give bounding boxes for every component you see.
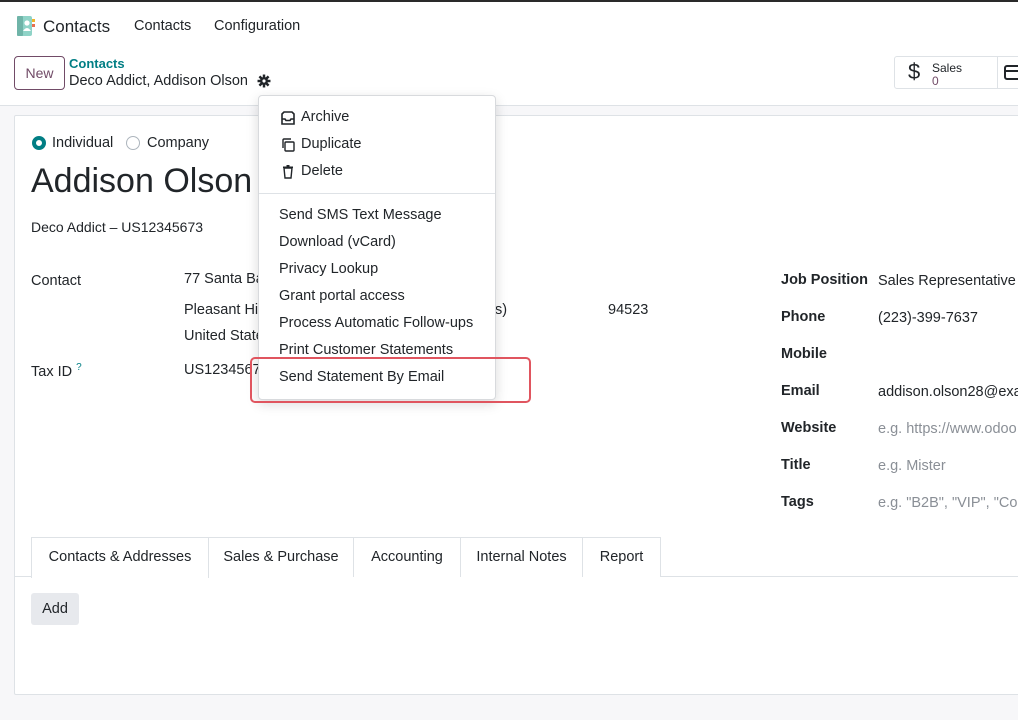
notebook-tabs: Contacts & Addresses Sales & Purchase Ac… (15, 537, 1018, 578)
contacts-app-icon[interactable] (15, 15, 37, 37)
sales-count: 0 (932, 74, 939, 88)
menu-divider (259, 193, 495, 194)
gear-icon[interactable] (257, 74, 271, 88)
app-name[interactable]: Contacts (43, 17, 110, 37)
sales-smart-button[interactable]: $ Sales 0 (894, 56, 998, 89)
highlight-box (250, 357, 531, 403)
help-icon[interactable]: ? (76, 362, 82, 373)
country-field[interactable]: United State (184, 328, 264, 344)
company-field[interactable]: Deco Addict – US12345673 (31, 219, 203, 235)
phone-field[interactable]: (223)-399-7637 (878, 310, 978, 326)
website-field[interactable]: e.g. https://www.odoo (878, 421, 1017, 437)
tab-accounting[interactable]: Accounting (353, 537, 461, 577)
menu-item-follow-ups[interactable]: Process Automatic Follow-ups (279, 315, 473, 331)
menu-item-print-statements[interactable]: Print Customer Statements (279, 342, 453, 358)
form-sheet: Individual Company Addison Olson Deco Ad… (14, 115, 1018, 695)
tab-report[interactable]: Report (582, 537, 661, 577)
contact-label: Contact (31, 273, 81, 289)
archive-icon (281, 111, 295, 125)
city-field[interactable]: Pleasant Hi (184, 302, 258, 318)
tags-field[interactable]: e.g. "B2B", "VIP", "Co (878, 495, 1017, 511)
top-navbar: Contacts Contacts Configuration (0, 0, 1018, 48)
menu-contacts[interactable]: Contacts (134, 18, 191, 34)
mobile-label: Mobile (781, 346, 827, 362)
radio-company[interactable] (126, 136, 140, 150)
menu-item-archive[interactable]: Archive (301, 109, 349, 125)
menu-item-download-vcard[interactable]: Download (vCard) (279, 234, 396, 250)
trash-icon (283, 165, 293, 179)
email-label: Email (781, 383, 820, 399)
title-field[interactable]: e.g. Mister (878, 458, 946, 474)
radio-individual[interactable] (32, 136, 46, 150)
title-label: Title (781, 457, 811, 473)
card-icon (1004, 65, 1018, 80)
invoiced-smart-button[interactable] (997, 56, 1018, 89)
job-position-label: Job Position (781, 272, 868, 288)
job-position-field[interactable]: Sales Representative (878, 273, 1016, 289)
new-button[interactable]: New (14, 56, 65, 90)
phone-label: Phone (781, 309, 826, 325)
radio-individual-label: Individual (52, 135, 114, 151)
dollar-icon: $ (908, 59, 921, 84)
menu-configuration[interactable]: Configuration (214, 18, 300, 34)
duplicate-icon (282, 138, 295, 152)
website-label: Website (781, 420, 837, 436)
partner-name-field[interactable]: Addison Olson (31, 162, 252, 201)
tab-sales-purchase[interactable]: Sales & Purchase (208, 537, 354, 577)
state-field[interactable]: s) (495, 302, 507, 318)
email-field[interactable]: addison.olson28@exa (878, 384, 1018, 400)
menu-item-delete[interactable]: Delete (301, 163, 343, 179)
control-panel: New Contacts Deco Addict, Addison Olson … (0, 48, 1018, 106)
tab-internal-notes[interactable]: Internal Notes (460, 537, 583, 577)
tab-contacts-addresses[interactable]: Contacts & Addresses (31, 537, 209, 578)
radio-company-label: Company (147, 135, 210, 151)
tags-label: Tags (781, 494, 814, 510)
menu-item-grant-portal[interactable]: Grant portal access (279, 288, 405, 304)
breadcrumb-parent[interactable]: Contacts (69, 56, 125, 71)
breadcrumb-current: Deco Addict, Addison Olson (69, 73, 248, 89)
menu-item-duplicate[interactable]: Duplicate (301, 136, 361, 152)
sales-label: Sales (932, 61, 963, 75)
menu-item-send-sms[interactable]: Send SMS Text Message (279, 207, 442, 223)
add-button[interactable]: Add (31, 593, 79, 625)
menu-item-privacy-lookup[interactable]: Privacy Lookup (279, 261, 378, 277)
tax-id-label: Tax ID ? (31, 362, 82, 380)
action-menu-dropdown: Archive Duplicate Delete Send SMS Text M… (258, 95, 496, 400)
street-field[interactable]: 77 Santa Ba (184, 271, 264, 287)
zip-field[interactable]: 94523 (608, 302, 648, 318)
